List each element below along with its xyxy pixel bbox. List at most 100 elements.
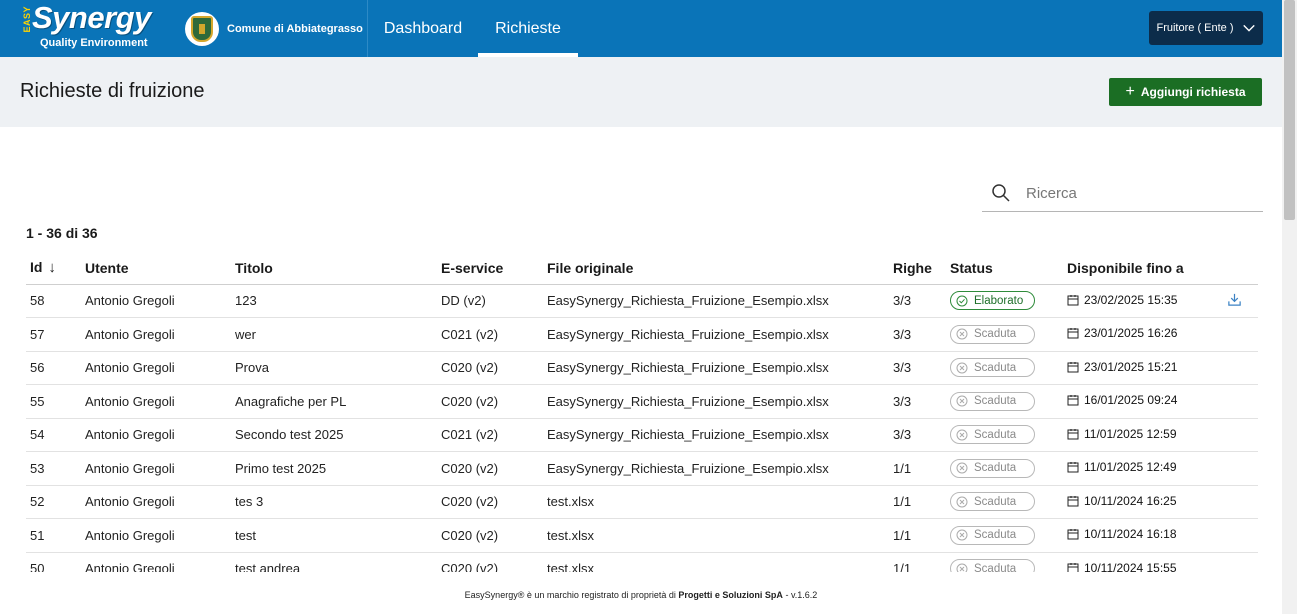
footer-company[interactable]: Progetti e Soluzioni SpA — [678, 590, 783, 600]
cell-disponibile: 23/02/2025 15:35 — [1067, 284, 1227, 318]
cell-disponibile: 10/11/2024 16:18 — [1067, 518, 1227, 553]
col-header-status[interactable]: Status — [950, 252, 1067, 285]
search-input[interactable] — [1026, 184, 1246, 202]
x-circle-icon — [956, 529, 968, 541]
cell-file: EasySynergy_Richiesta_Fruizione_Esempio.… — [547, 284, 893, 318]
cell-utente: Antonio Gregoli — [85, 451, 235, 486]
cell-id: 53 — [26, 451, 85, 486]
cell-actions — [1227, 451, 1258, 486]
cell-disponibile: 23/01/2025 15:21 — [1067, 351, 1227, 385]
status-badge: Scaduta — [950, 458, 1035, 478]
cell-disponibile: 23/01/2025 16:26 — [1067, 317, 1227, 352]
table-row[interactable]: 56 Antonio Gregoli Prova C020 (v2) EasySyner… — [26, 351, 1258, 385]
date-value: 10/11/2024 16:18 — [1067, 527, 1177, 541]
app-logo[interactable]: EASY Synergy Quality Environment — [0, 0, 170, 57]
cell-righe: 3/3 — [893, 351, 950, 385]
status-label: Scaduta — [974, 495, 1017, 508]
cell-titolo: Prova — [235, 351, 441, 385]
cell-status: Scaduta — [950, 518, 1067, 553]
cell-righe: 1/1 — [893, 552, 950, 572]
date-value: 10/11/2024 16:25 — [1067, 494, 1177, 508]
cell-righe: 3/3 — [893, 384, 950, 419]
table-row[interactable]: 50 Antonio Gregoli test andrea C020 (v2) tes… — [26, 552, 1258, 572]
cell-eservice: C020 (v2) — [441, 552, 547, 572]
cell-eservice: C020 (v2) — [441, 384, 547, 419]
add-request-button[interactable]: + Aggiungi richiesta — [1109, 78, 1262, 106]
cell-status: Elaborato — [950, 284, 1067, 318]
status-label: Scaduta — [974, 361, 1017, 374]
cell-disponibile: 10/11/2024 16:25 — [1067, 485, 1227, 519]
col-header-id[interactable]: Id ↓ — [26, 252, 85, 285]
date-text: 23/01/2025 16:26 — [1084, 326, 1178, 341]
cell-eservice: C021 (v2) — [441, 317, 547, 352]
date-text: 11/01/2025 12:49 — [1084, 460, 1177, 475]
date-value: 23/02/2025 15:35 — [1067, 293, 1177, 307]
sort-down-icon: ↓ — [48, 259, 56, 277]
cell-righe: 3/3 — [893, 418, 950, 452]
cell-id: 51 — [26, 518, 85, 553]
col-header-actions — [1227, 252, 1258, 285]
cell-disponibile: 11/01/2025 12:59 — [1067, 418, 1227, 452]
cell-utente: Antonio Gregoli — [85, 317, 235, 352]
cell-righe: 1/1 — [893, 451, 950, 486]
logo-synergy: Synergy — [32, 0, 151, 35]
table-row[interactable]: 55 Antonio Gregoli Anagrafiche per PL C020 … — [26, 384, 1258, 419]
calendar-icon — [1067, 395, 1079, 406]
cell-titolo: 123 — [235, 284, 441, 318]
cell-titolo: Secondo test 2025 — [235, 418, 441, 452]
cell-titolo: tes 3 — [235, 485, 441, 519]
scrollbar-thumb[interactable] — [1284, 0, 1295, 220]
x-circle-icon — [956, 563, 968, 572]
col-header-eservice[interactable]: E-service — [441, 252, 547, 285]
status-badge: Scaduta — [950, 525, 1035, 545]
col-header-file[interactable]: File originale — [547, 252, 893, 285]
nav-richieste[interactable]: Richieste — [478, 0, 578, 57]
cell-status: Scaduta — [950, 552, 1067, 572]
cell-utente: Antonio Gregoli — [85, 485, 235, 519]
table-row[interactable]: 51 Antonio Gregoli test C020 (v2) test.xlsx 1… — [26, 518, 1258, 553]
plus-icon: + — [1125, 83, 1135, 100]
cell-eservice: DD (v2) — [441, 284, 547, 318]
user-role-button[interactable]: Fruitore ( Ente ) — [1149, 11, 1263, 45]
nav-dashboard[interactable]: Dashboard — [368, 0, 478, 57]
page-subheader: Richieste di fruizione + Aggiungi richie… — [0, 57, 1282, 127]
add-request-label: Aggiungi richiesta — [1140, 85, 1246, 99]
search-box — [982, 175, 1263, 212]
status-label: Scaduta — [974, 328, 1017, 341]
date-text: 10/11/2024 15:55 — [1084, 560, 1177, 572]
table-row[interactable]: 53 Antonio Gregoli Primo test 2025 C020 (v2… — [26, 451, 1258, 486]
requests-table-container[interactable]: Id ↓ Utente Titolo E-service File origin… — [26, 252, 1258, 572]
x-circle-icon — [956, 496, 968, 508]
col-header-titolo[interactable]: Titolo — [235, 252, 441, 285]
calendar-icon — [1067, 294, 1079, 306]
cell-status: Scaduta — [950, 384, 1067, 419]
page-scrollbar[interactable] — [1282, 0, 1297, 614]
footer-prefix: EasySynergy® è un marchio registrato di … — [464, 590, 676, 600]
results-count: 1 - 36 di 36 — [26, 225, 98, 241]
status-badge: Scaduta — [950, 425, 1035, 445]
date-value: 11/01/2025 12:49 — [1067, 460, 1177, 474]
cell-file: EasySynergy_Richiesta_Fruizione_Esempio.… — [547, 451, 893, 486]
cell-file: test.xlsx — [547, 485, 893, 519]
cell-status: Scaduta — [950, 351, 1067, 385]
date-value: 16/01/2025 09:24 — [1067, 393, 1177, 407]
table-row[interactable]: 58 Antonio Gregoli 123 DD (v2) EasySynergy_R… — [26, 284, 1258, 318]
x-circle-icon — [956, 462, 968, 474]
date-value: 23/01/2025 16:26 — [1067, 326, 1177, 340]
col-header-utente[interactable]: Utente — [85, 252, 235, 285]
col-header-righe[interactable]: Righe — [893, 252, 950, 285]
cell-eservice: C020 (v2) — [441, 351, 547, 385]
cell-actions — [1227, 351, 1258, 385]
table-row[interactable]: 54 Antonio Gregoli Secondo test 2025 C021 (… — [26, 418, 1258, 452]
table-row[interactable]: 52 Antonio Gregoli tes 3 C020 (v2) test.xlsx… — [26, 485, 1258, 519]
col-header-disponibile[interactable]: Disponibile fino a — [1067, 252, 1227, 285]
table-row[interactable]: 57 Antonio Gregoli wer C021 (v2) EasySynergy… — [26, 317, 1258, 352]
download-button[interactable] — [1227, 293, 1242, 310]
page-title: Richieste di fruizione — [20, 80, 205, 102]
cell-actions — [1227, 418, 1258, 452]
cell-titolo: test — [235, 518, 441, 553]
cell-righe: 1/1 — [893, 485, 950, 519]
top-header: EASY Synergy Quality Environment Comune … — [0, 0, 1282, 57]
cell-status: Scaduta — [950, 317, 1067, 352]
municipality-crest-icon — [185, 11, 219, 46]
